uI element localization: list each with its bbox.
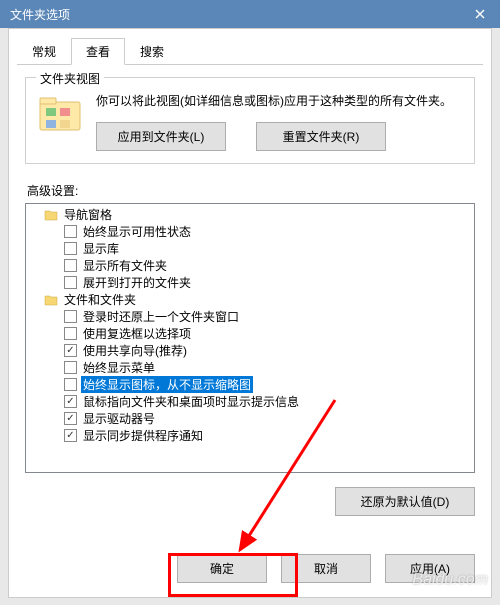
tree-item[interactable]: ✓ 显示驱动器号 xyxy=(26,410,474,427)
tree-item-label: 登录时还原上一个文件夹窗口 xyxy=(81,308,241,325)
restore-defaults-button[interactable]: 还原为默认值(D) xyxy=(335,487,475,516)
folder-view-legend: 文件夹视图 xyxy=(36,70,104,87)
checkbox[interactable]: ✓ xyxy=(64,395,77,408)
folder-view-group: 文件夹视图 你可以将此视图(如详细信息或图标)应用于这种类型的所有文件夹。 xyxy=(25,77,475,164)
tree-item[interactable]: 始终显示图标，从不显示缩略图 xyxy=(26,376,474,393)
tree-item[interactable]: ✓ 显示同步提供程序通知 xyxy=(26,427,474,444)
tree-item-label: 始终显示可用性状态 xyxy=(81,223,193,240)
tree-item[interactable]: 显示库 xyxy=(26,240,474,257)
checkbox[interactable] xyxy=(64,242,77,255)
checkbox[interactable] xyxy=(64,378,77,391)
dialog-body: 常规 查看 搜索 文件夹视图 你可以将此视图(如详细信息或图 xyxy=(8,28,492,598)
cancel-button[interactable]: 取消 xyxy=(281,554,371,583)
tree-item-label: 显示库 xyxy=(81,240,121,257)
tree-item-label: 使用复选框以选择项 xyxy=(81,325,193,342)
tree-item[interactable]: 始终显示菜单 xyxy=(26,359,474,376)
tab-search[interactable]: 搜索 xyxy=(125,38,179,65)
folder-view-description: 你可以将此视图(如详细信息或图标)应用于这种类型的所有文件夹。 xyxy=(96,92,462,110)
advanced-settings-label: 高级设置: xyxy=(27,182,475,199)
tab-general[interactable]: 常规 xyxy=(17,38,71,65)
tree-item-label: 显示所有文件夹 xyxy=(81,257,169,274)
tree-item-label: 导航窗格 xyxy=(62,206,114,223)
checkbox[interactable]: ✓ xyxy=(64,429,77,442)
tree-item[interactable]: 始终显示可用性状态 xyxy=(26,223,474,240)
tree-item[interactable]: 显示所有文件夹 xyxy=(26,257,474,274)
tree-item[interactable]: 使用复选框以选择项 xyxy=(26,325,474,342)
checkbox[interactable] xyxy=(64,327,77,340)
checkbox[interactable]: ✓ xyxy=(64,412,77,425)
checkbox[interactable] xyxy=(64,225,77,238)
checkbox[interactable] xyxy=(64,310,77,323)
ok-button[interactable]: 确定 xyxy=(177,554,267,583)
view-panel: 文件夹视图 你可以将此视图(如详细信息或图标)应用于这种类型的所有文件夹。 xyxy=(9,65,491,528)
folder-icon xyxy=(44,209,58,221)
tree-item-label: 显示驱动器号 xyxy=(81,410,157,427)
tree-item-label: 展开到打开的文件夹 xyxy=(81,274,193,291)
tree-item-label: 显示同步提供程序通知 xyxy=(81,427,205,444)
tree-item-label: 使用共享向导(推荐) xyxy=(81,342,189,359)
tree-item[interactable]: 展开到打开的文件夹 xyxy=(26,274,474,291)
window-title: 文件夹选项 xyxy=(10,6,70,23)
tree-item[interactable]: ✓ 鼠标指向文件夹和桌面项时显示提示信息 xyxy=(26,393,474,410)
tab-view[interactable]: 查看 xyxy=(71,38,125,65)
tree-item-label: 始终显示图标，从不显示缩略图 xyxy=(81,376,253,393)
reset-folders-button[interactable]: 重置文件夹(R) xyxy=(256,122,386,151)
close-icon xyxy=(475,9,485,19)
tab-strip: 常规 查看 搜索 xyxy=(17,37,483,65)
checkbox[interactable] xyxy=(64,276,77,289)
tree-group[interactable]: 导航窗格 xyxy=(26,206,474,223)
checkbox[interactable] xyxy=(64,259,77,272)
apply-to-folders-button[interactable]: 应用到文件夹(L) xyxy=(96,122,226,151)
close-button[interactable] xyxy=(460,0,500,28)
advanced-settings-tree[interactable]: 导航窗格始终显示可用性状态显示库显示所有文件夹展开到打开的文件夹文件和文件夹登录… xyxy=(25,203,475,473)
folder-icon xyxy=(44,294,58,306)
tree-item-label: 始终显示菜单 xyxy=(81,359,157,376)
tree-item-label: 鼠标指向文件夹和桌面项时显示提示信息 xyxy=(81,393,301,410)
tree-item[interactable]: 登录时还原上一个文件夹窗口 xyxy=(26,308,474,325)
checkbox[interactable] xyxy=(64,361,77,374)
apply-button[interactable]: 应用(A) xyxy=(385,554,475,583)
folder-view-icon xyxy=(38,94,82,134)
tree-group[interactable]: 文件和文件夹 xyxy=(26,291,474,308)
tree-item[interactable]: ✓ 使用共享向导(推荐) xyxy=(26,342,474,359)
dialog-button-row: 确定 取消 应用(A) xyxy=(177,554,475,583)
checkbox[interactable]: ✓ xyxy=(64,344,77,357)
tree-item-label: 文件和文件夹 xyxy=(62,291,138,308)
titlebar: 文件夹选项 xyxy=(0,0,500,28)
